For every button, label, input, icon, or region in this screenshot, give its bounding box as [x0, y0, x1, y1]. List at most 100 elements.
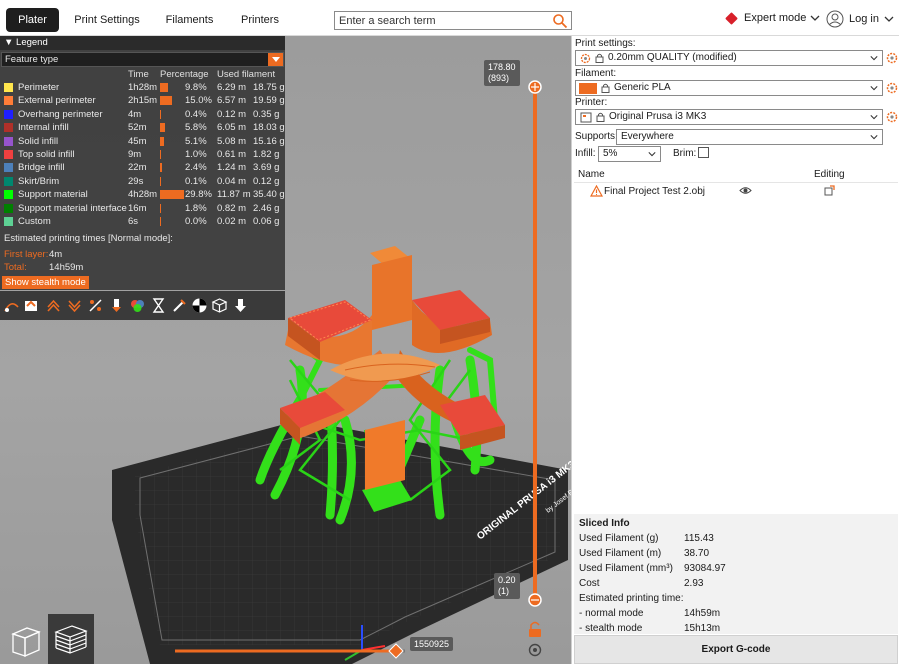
legend-time: 9m	[128, 148, 142, 160]
legend-percent-bar	[160, 216, 161, 226]
supports-combo[interactable]: Everywhere	[616, 129, 883, 145]
sliced-info-value: 38.70	[684, 548, 710, 559]
infill-combo[interactable]: 5%	[598, 146, 661, 162]
legend-row[interactable]: Internal infill 52m 5.8% 6.05 m 18.03 g	[0, 121, 285, 134]
sliced-info-label: Used Filament (g)	[579, 533, 659, 544]
tool-changes-icon[interactable]	[108, 297, 125, 314]
legend-row[interactable]: Solid infill 45m 5.1% 5.08 m 15.16 g	[0, 135, 285, 148]
legend-row[interactable]: External perimeter 2h15m 15.0% 6.57 m 19.59 …	[0, 94, 285, 107]
horizontal-slider-thumb[interactable]	[388, 643, 404, 659]
view-preview-button[interactable]	[48, 614, 94, 664]
legend-time: 29s	[128, 175, 144, 187]
legend-feature-name: Overhang perimeter	[18, 108, 103, 120]
legend-grams: 1.82 g	[253, 148, 280, 160]
retractions-icon[interactable]	[45, 297, 62, 314]
chevron-down-icon	[884, 16, 894, 22]
col-editing: Editing	[814, 169, 845, 180]
legend-columns: Time Percentage Used filament	[0, 67, 285, 81]
brim-checkbox[interactable]	[698, 147, 709, 158]
legend-swatch	[4, 109, 13, 119]
edit-object-icon[interactable]	[824, 185, 835, 196]
legend-time: 2h15m	[128, 95, 158, 107]
sliced-info-value: 14h59m	[684, 608, 721, 619]
travel-icon[interactable]	[3, 297, 20, 314]
pause-prints-icon[interactable]	[150, 297, 167, 314]
sliced-info-value: 15h13m	[684, 623, 721, 634]
legend-grams: 19.59 g	[253, 95, 285, 107]
tool-marker-icon[interactable]	[232, 297, 249, 314]
custom-gcode-icon[interactable]	[171, 297, 188, 314]
cube-icon	[11, 627, 41, 657]
center-of-gravity-icon[interactable]	[191, 297, 208, 314]
login-label: Log in	[849, 13, 879, 25]
warning-icon[interactable]	[590, 185, 603, 197]
lock-icon	[601, 83, 610, 93]
legend-feature-name: Bridge infill	[18, 162, 65, 174]
legend-header[interactable]: ▼ Legend	[0, 36, 285, 50]
search-icon[interactable]	[552, 13, 568, 29]
legend-grams: 15.16 g	[253, 135, 285, 147]
print-settings-edit-icon[interactable]	[886, 52, 898, 64]
feature-type-select[interactable]: Feature type	[1, 52, 284, 67]
show-stealth-mode-button[interactable]: Show stealth mode	[2, 276, 89, 289]
legend-percent: 1.0%	[185, 148, 207, 160]
legend-swatch	[4, 216, 13, 226]
chevron-down-icon	[870, 115, 878, 120]
dropdown-arrow-icon	[268, 53, 283, 66]
sliced-info-row: Used Filament (mm³) 93084.97	[579, 563, 726, 574]
legend-row[interactable]: Overhang perimeter 4m 0.4% 0.12 m 0.35 g	[0, 108, 285, 121]
tab-filaments[interactable]: Filaments	[162, 8, 217, 32]
legend-meters: 11.87 m	[217, 189, 251, 201]
filament-combo[interactable]: Generic PLA	[575, 80, 883, 96]
object-row[interactable]: Final Project Test 2.obj	[574, 183, 898, 201]
printer-combo[interactable]: Original Prusa i3 MK3	[575, 109, 883, 125]
sliced-info-value: 2.93	[684, 578, 704, 589]
sliced-info-panel: Sliced Info Used Filament (g) 115.43 Used …	[574, 514, 898, 634]
filament-color-swatch[interactable]	[579, 82, 597, 94]
mode-selector[interactable]: Expert mode	[725, 11, 820, 25]
expert-mode-icon	[725, 11, 738, 25]
filament-edit-icon[interactable]	[886, 82, 898, 94]
legend-meters: 0.82 m	[217, 202, 247, 214]
sliced-info-row: Cost 2.93	[579, 578, 703, 589]
slider-bottom-label: 0.20 (1)	[494, 573, 520, 599]
legend-feature-name: Top solid infill	[18, 148, 75, 160]
legend-percent: 5.8%	[185, 122, 207, 134]
cog-icon[interactable]	[528, 643, 542, 657]
color-changes-icon[interactable]	[129, 297, 146, 314]
print-settings-value: 0.20mm QUALITY (modified)	[608, 52, 737, 63]
legend-row[interactable]: Support material 4h28m 29.8% 11.87 m 35.40 g	[0, 188, 285, 201]
wipe-icon[interactable]	[23, 297, 40, 314]
chevron-down-icon	[870, 56, 878, 61]
gear-icon	[580, 53, 591, 63]
first-layer-label: First layer:	[4, 249, 49, 260]
tab-plater[interactable]: Plater	[6, 8, 59, 32]
legend-row[interactable]: Bridge infill 22m 2.4% 1.24 m 3.69 g	[0, 161, 285, 174]
seams-icon[interactable]	[87, 297, 104, 314]
legend-percent: 5.1%	[185, 135, 207, 147]
lock-icon[interactable]	[529, 621, 541, 638]
deretractions-icon[interactable]	[66, 297, 83, 314]
legend-percent: 0.4%	[185, 108, 207, 120]
search-input[interactable]	[335, 12, 545, 29]
view-3d-button[interactable]	[3, 614, 49, 664]
legend-row[interactable]: Perimeter 1h28m 9.8% 6.29 m 18.75 g	[0, 81, 285, 94]
print-settings-combo[interactable]: 0.20mm QUALITY (modified)	[575, 50, 883, 66]
printer-icon	[580, 112, 592, 122]
legend-row[interactable]: Skirt/Brim 29s 0.1% 0.04 m 0.12 g	[0, 175, 285, 188]
eye-icon[interactable]	[739, 186, 752, 195]
export-gcode-button[interactable]: Export G-code	[574, 635, 898, 664]
legend-row[interactable]: Support material interface 16m 1.8% 0.82 m 2…	[0, 202, 285, 215]
printer-edit-icon[interactable]	[886, 111, 898, 123]
shells-icon[interactable]	[211, 297, 228, 314]
legend-row[interactable]: Top solid infill 9m 1.0% 0.61 m 1.82 g	[0, 148, 285, 161]
legend-percent-bar	[160, 149, 161, 159]
login-button[interactable]: Log in	[826, 10, 894, 28]
supports-value: Everywhere	[621, 131, 674, 142]
legend-row[interactable]: Custom 6s 0.0% 0.02 m 0.06 g	[0, 215, 285, 228]
tab-printers[interactable]: Printers	[236, 8, 284, 32]
legend-time: 4m	[128, 108, 142, 120]
legend-swatch	[4, 123, 13, 133]
slider-bottom-value: 0.20	[498, 575, 516, 585]
tab-print-settings[interactable]: Print Settings	[72, 8, 142, 32]
